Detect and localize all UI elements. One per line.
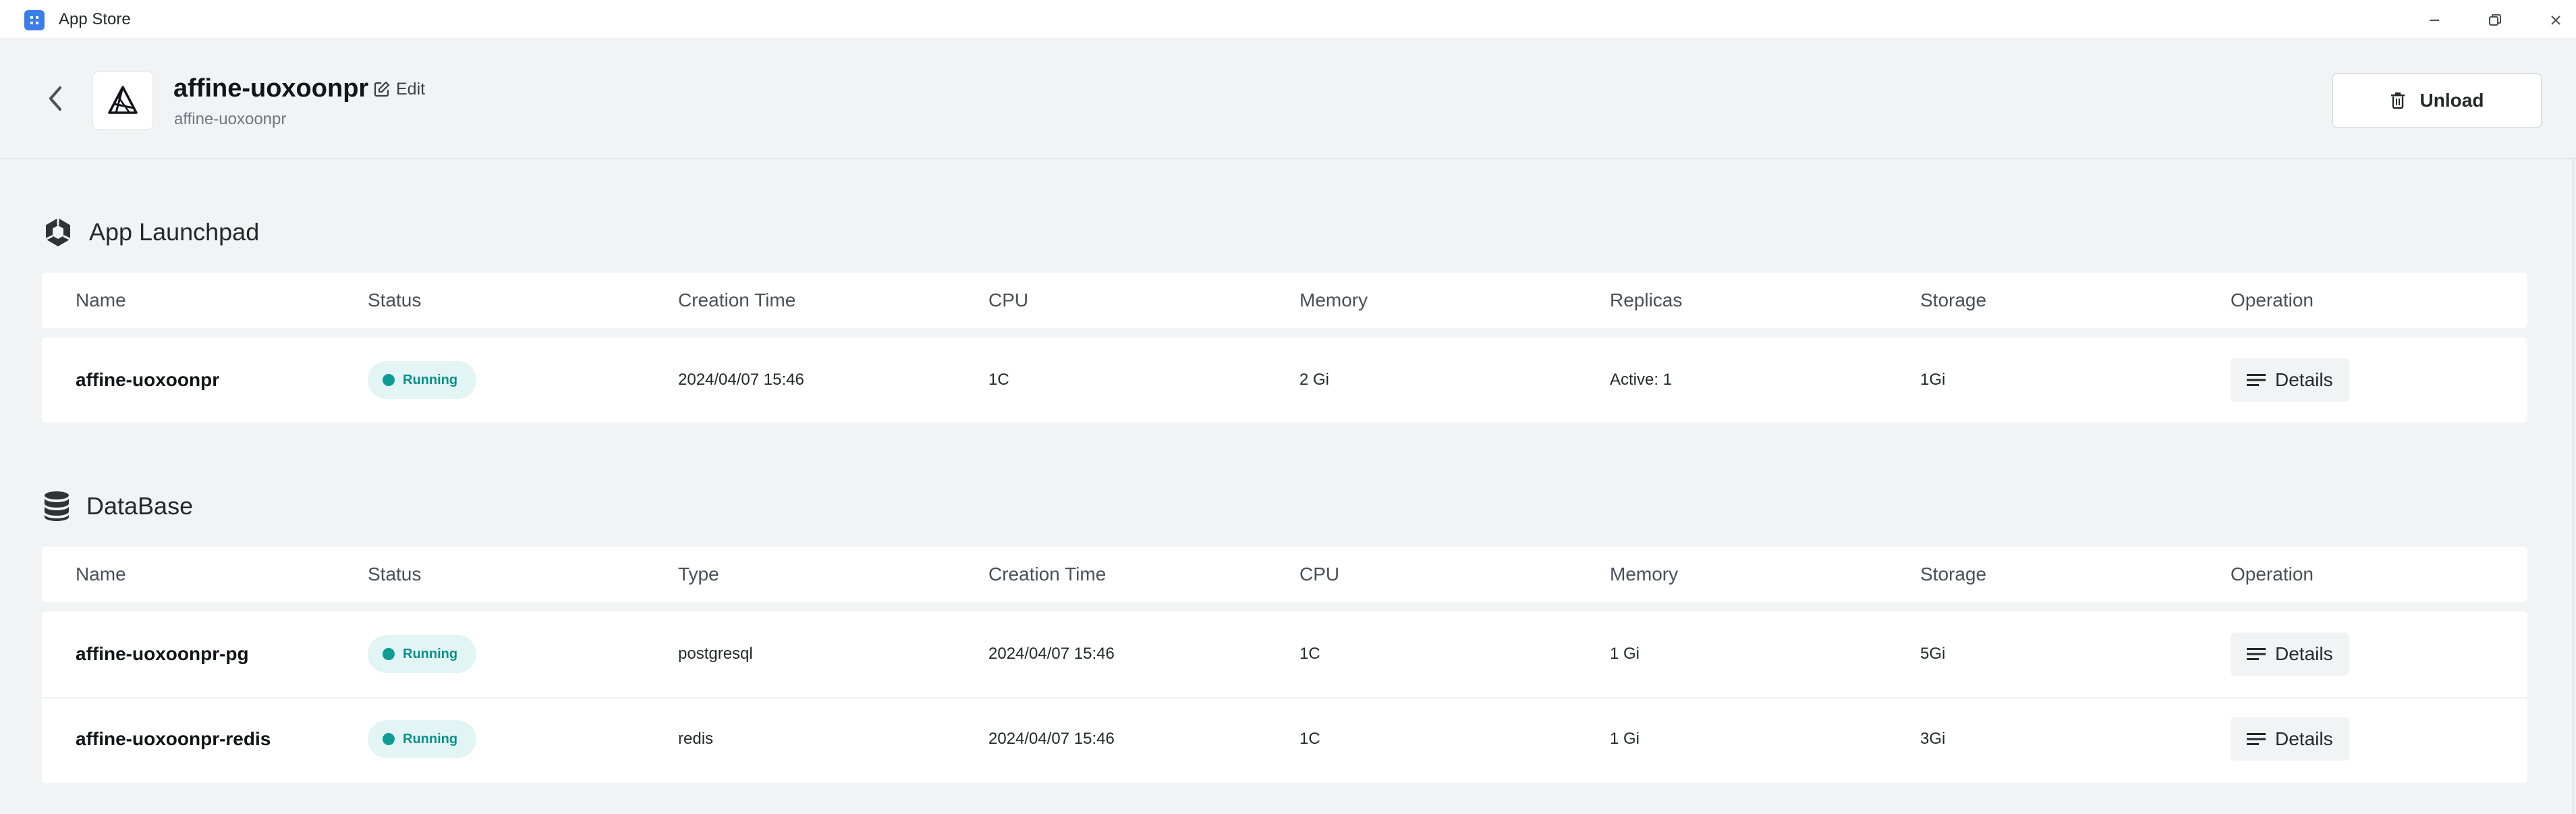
column-header-memory: Memory [1610,564,1679,585]
list-icon [2247,374,2266,386]
app-name-cell: affine-uoxoonpr [76,369,220,390]
cpu-cell: 1C [1299,645,1320,663]
cpu-cell: 1C [988,371,1009,389]
title-bar: App Store [0,0,2576,39]
column-header-creation-time: Creation Time [988,564,1107,585]
status-badge: Running [368,635,477,673]
close-button[interactable] [2541,5,2571,35]
status-label: Running [403,731,458,747]
table-row: affine-uoxoonpr-pg Running postgresql 20… [42,612,2527,696]
storage-cell: 3Gi [1920,730,1946,748]
storage-cell: 1Gi [1920,371,1946,389]
column-header-operation: Operation [2231,564,2314,585]
status-cell: Running [368,697,477,781]
unload-label: Unload [2419,90,2484,111]
database-title: DataBase [86,492,194,520]
list-icon [2247,648,2266,660]
launchpad-table-header: Name Status Creation Time CPU Memory Rep… [42,273,2527,328]
memory-cell: 2 Gi [1299,371,1330,389]
edit-label: Edit [396,79,426,99]
edit-button[interactable]: Edit [373,77,425,101]
database-section-title: DataBase [42,490,193,522]
table-row: affine-uoxoonpr Running 2024/04/07 15:46… [42,338,2527,422]
status-dot-icon [383,733,395,745]
memory-cell: 1 Gi [1610,730,1640,748]
status-dot-icon [383,648,395,660]
app-store-icon [24,10,45,30]
cpu-cell: 1C [1299,730,1320,748]
status-dot-icon [383,374,395,386]
status-cell: Running [368,612,477,696]
table-row: affine-uoxoonpr-redis Running redis 2024… [42,697,2527,781]
details-button[interactable]: Details [2231,717,2349,761]
type-cell: postgresql [678,645,753,663]
details-label: Details [2275,643,2333,664]
window-title: App Store [59,10,131,28]
status-label: Running [403,372,458,387]
launchpad-icon [45,218,71,246]
column-header-replicas: Replicas [1610,290,1683,310]
database-table: affine-uoxoonpr-pg Running postgresql 20… [42,612,2527,783]
column-header-status: Status [368,564,422,585]
unload-button[interactable]: Unload [2332,73,2542,128]
affine-logo-icon [108,86,138,114]
back-button[interactable] [40,84,70,113]
launchpad-title: App Launchpad [89,218,260,246]
operation-cell: Details [2231,697,2349,781]
column-header-cpu: CPU [1299,564,1340,585]
db-name-cell: affine-uoxoonpr-pg [76,643,249,664]
replicas-cell: Active: 1 [1610,371,1673,389]
minimize-button[interactable] [2419,5,2449,35]
status-badge: Running [368,361,477,399]
close-icon [2551,16,2560,25]
column-header-name: Name [76,564,126,585]
launchpad-table: affine-uoxoonpr Running 2024/04/07 15:46… [42,337,2527,423]
column-header-creation-time: Creation Time [678,290,796,310]
column-header-memory: Memory [1299,290,1368,310]
scrollbar[interactable] [2572,159,2575,814]
storage-cell: 5Gi [1920,645,1946,663]
chevron-left-icon [49,86,61,111]
type-cell: redis [678,730,714,748]
minimize-icon [2430,20,2439,21]
operation-cell: Details [2231,338,2349,422]
app-name: affine-uoxoonpr [173,74,369,103]
details-label: Details [2275,369,2333,390]
column-header-name: Name [76,290,126,310]
details-button[interactable]: Details [2231,358,2349,402]
column-header-storage: Storage [1920,564,1987,585]
column-header-cpu: CPU [988,290,1029,310]
column-header-status: Status [368,290,422,310]
column-header-storage: Storage [1920,290,1987,310]
status-label: Running [403,646,458,661]
status-badge: Running [368,720,477,758]
creation-time-cell: 2024/04/07 15:46 [988,730,1115,748]
operation-cell: Details [2231,612,2349,696]
db-name-cell: affine-uoxoonpr-redis [76,728,271,749]
app-header: affine-uoxoonpr Edit affine-uoxoonpr Unl… [0,39,2576,159]
app-logo [92,72,153,130]
memory-cell: 1 Gi [1610,645,1640,663]
details-label: Details [2275,728,2333,749]
restore-button[interactable] [2480,5,2510,35]
column-header-operation: Operation [2231,290,2314,310]
column-header-type: Type [678,564,719,585]
creation-time-cell: 2024/04/07 15:46 [678,371,804,389]
launchpad-section-title: App Launchpad [42,216,259,248]
status-cell: Running [368,338,477,422]
edit-icon [374,81,390,97]
details-button[interactable]: Details [2231,632,2349,676]
list-icon [2247,733,2266,745]
database-table-header: Name Status Type Creation Time CPU Memor… [42,547,2527,602]
app-subtitle: affine-uoxoonpr [174,110,287,128]
restore-icon [2489,14,2501,26]
creation-time-cell: 2024/04/07 15:46 [988,645,1115,663]
trash-icon [2390,92,2405,109]
database-icon [45,491,69,521]
